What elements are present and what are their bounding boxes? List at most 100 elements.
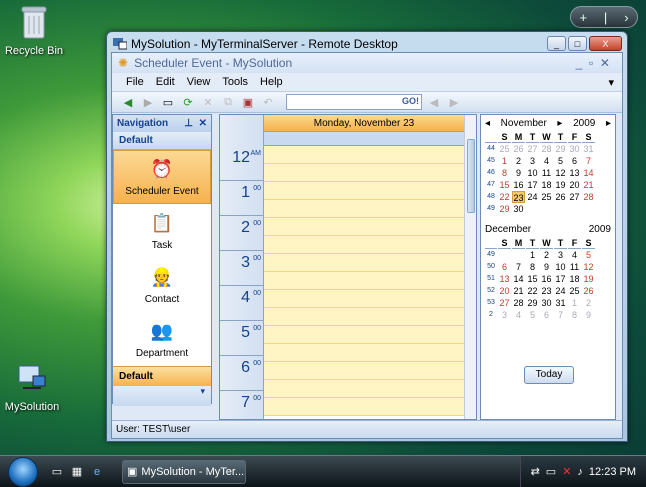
- menu-edit[interactable]: Edit: [156, 76, 175, 88]
- calendar-day[interactable]: 29: [526, 297, 539, 309]
- all-day-area[interactable]: [264, 132, 464, 146]
- monitor-icon[interactable]: ▭: [546, 465, 556, 478]
- calendar-day[interactable]: 23: [540, 285, 553, 297]
- menu-file[interactable]: File: [126, 76, 144, 88]
- switch-windows-icon[interactable]: ▦: [70, 465, 84, 479]
- calendar-day[interactable]: 3: [554, 249, 567, 261]
- calendar-day[interactable]: [568, 203, 581, 215]
- add-gadget-button[interactable]: +: [579, 10, 587, 25]
- copy-icon[interactable]: ⧉: [220, 94, 236, 110]
- calendar-day[interactable]: 25: [568, 285, 581, 297]
- menu-tools[interactable]: Tools: [222, 76, 248, 88]
- back-icon[interactable]: ◀: [120, 94, 136, 110]
- calendar-day[interactable]: 3: [498, 309, 511, 321]
- calendar-day[interactable]: 20: [568, 179, 581, 191]
- scheduler-scrollbar[interactable]: [464, 115, 476, 419]
- calendar-day[interactable]: 14: [582, 167, 595, 179]
- calendar-day[interactable]: 6: [568, 155, 581, 167]
- calendar-day[interactable]: 11: [540, 167, 553, 179]
- app-window-controls[interactable]: _ ▫ ✕: [576, 56, 610, 70]
- calendar-day[interactable]: 23: [512, 191, 525, 203]
- calendar-day[interactable]: 16: [512, 179, 525, 191]
- nav-item-department[interactable]: 👥 Department: [113, 312, 211, 366]
- calendar-day[interactable]: 19: [554, 179, 567, 191]
- calendar-day[interactable]: [540, 203, 553, 215]
- calendar-day[interactable]: 13: [568, 167, 581, 179]
- calendar-day[interactable]: 31: [582, 143, 595, 155]
- calendar-day[interactable]: 22: [498, 191, 511, 203]
- dec-month-label[interactable]: December: [485, 224, 531, 235]
- calendar-day[interactable]: 11: [568, 261, 581, 273]
- calendar-day[interactable]: 5: [554, 155, 567, 167]
- calendar-day[interactable]: 20: [498, 285, 511, 297]
- calendar-day[interactable]: 31: [554, 297, 567, 309]
- calendar-day[interactable]: 17: [554, 273, 567, 285]
- calendar-day[interactable]: 5: [526, 309, 539, 321]
- calendar-day[interactable]: 15: [526, 273, 539, 285]
- rd-close-button[interactable]: X: [589, 36, 622, 51]
- calendar-day[interactable]: 12: [582, 261, 595, 273]
- calendar-day[interactable]: 29: [498, 203, 511, 215]
- calendar-day[interactable]: 6: [498, 261, 511, 273]
- calendar-day[interactable]: [526, 203, 539, 215]
- nav-item-contact[interactable]: 👷 Contact: [113, 258, 211, 312]
- calendar-day[interactable]: 2: [582, 297, 595, 309]
- calendar-day[interactable]: 26: [554, 191, 567, 203]
- sidebar-gadget-controls[interactable]: + | ›: [570, 6, 638, 28]
- calendar-day[interactable]: 25: [540, 191, 553, 203]
- calendar-day[interactable]: 24: [554, 285, 567, 297]
- calendar-day[interactable]: 22: [526, 285, 539, 297]
- calendar-day[interactable]: 10: [526, 167, 539, 179]
- calendar-day[interactable]: 27: [526, 143, 539, 155]
- calendar-day[interactable]: 5: [582, 249, 595, 261]
- nov-next-icon[interactable]: ▸: [557, 118, 562, 129]
- nav-group-default-2[interactable]: Default: [113, 366, 211, 386]
- mysolution-desktop-icon[interactable]: MySolution: [0, 362, 64, 413]
- calendar-day[interactable]: 28: [540, 143, 553, 155]
- calendar-day[interactable]: 4: [512, 309, 525, 321]
- forward-icon[interactable]: ▶: [140, 94, 156, 110]
- speaker-icon[interactable]: ♪: [577, 466, 583, 478]
- calendar-day[interactable]: 27: [568, 191, 581, 203]
- calendar-day[interactable]: 24: [526, 191, 539, 203]
- calendar-day[interactable]: 28: [512, 297, 525, 309]
- calendar-day[interactable]: 14: [512, 273, 525, 285]
- calendar-day[interactable]: 8: [568, 309, 581, 321]
- nav-item-task[interactable]: 📋 Task: [113, 204, 211, 258]
- calendar-day[interactable]: 30: [512, 203, 525, 215]
- show-desktop-icon[interactable]: ▭: [50, 465, 64, 479]
- today-button[interactable]: Today: [524, 366, 574, 384]
- scrollbar-thumb[interactable]: [467, 139, 475, 213]
- calendar-day[interactable]: 19: [582, 273, 595, 285]
- calendar-day[interactable]: 18: [568, 273, 581, 285]
- volume-muted-icon[interactable]: ✕: [562, 465, 571, 478]
- search-input[interactable]: GO!: [286, 94, 422, 110]
- prev-month-icon[interactable]: ◂: [485, 118, 490, 129]
- menu-help[interactable]: Help: [260, 76, 283, 88]
- undo-icon[interactable]: ↶: [260, 94, 276, 110]
- calendar-day[interactable]: [582, 203, 595, 215]
- recycle-bin[interactable]: Recycle Bin: [2, 4, 66, 57]
- nav-forward-icon[interactable]: ▶: [446, 94, 462, 110]
- refresh-icon[interactable]: ⟳: [180, 94, 196, 110]
- next-gadget-button[interactable]: ›: [624, 10, 628, 25]
- calendar-day[interactable]: 10: [554, 261, 567, 273]
- calendar-day[interactable]: [512, 249, 525, 261]
- next-month-icon[interactable]: ▸: [606, 118, 611, 129]
- calendar-day[interactable]: 21: [512, 285, 525, 297]
- taskbar-task-mysolution[interactable]: ▣ MySolution - MyTer...: [122, 459, 246, 484]
- calendar-day[interactable]: 7: [554, 309, 567, 321]
- menu-view[interactable]: View: [187, 76, 211, 88]
- calendar-day[interactable]: 7: [512, 261, 525, 273]
- start-button[interactable]: [8, 456, 38, 487]
- calendar-day[interactable]: [554, 203, 567, 215]
- calendar-day[interactable]: 2: [540, 249, 553, 261]
- calendar-day[interactable]: 26: [512, 143, 525, 155]
- calendar-day[interactable]: 12: [554, 167, 567, 179]
- calendar-day[interactable]: 8: [498, 167, 511, 179]
- nov-year-label[interactable]: 2009: [573, 118, 595, 129]
- calendar-day[interactable]: 18: [540, 179, 553, 191]
- calendar-day[interactable]: 15: [498, 179, 511, 191]
- rd-minimize-button[interactable]: _: [547, 36, 566, 51]
- calendar-day[interactable]: 9: [582, 309, 595, 321]
